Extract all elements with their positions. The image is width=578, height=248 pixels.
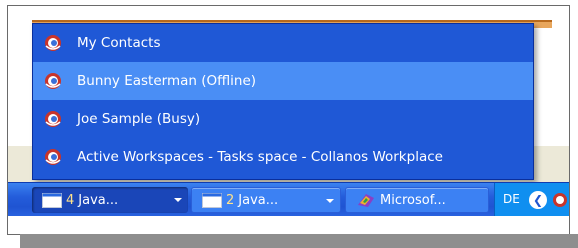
screenshot-frame: My Contacts Bunny Easterman (Offline) Jo… [7, 5, 570, 235]
collanos-icon [45, 35, 61, 51]
collanos-icon [45, 111, 61, 127]
collanos-tray-icon[interactable] [551, 191, 569, 209]
menu-item-joe-sample[interactable]: Joe Sample (Busy) [33, 100, 533, 138]
dropdown-arrow-icon [174, 198, 182, 202]
taskbar-button-label: Java... [78, 192, 119, 208]
menu-item-label: Joe Sample (Busy) [77, 111, 201, 127]
collanos-icon [45, 149, 61, 165]
menu-item-label: Active Workspaces - Tasks space - Collan… [77, 149, 443, 165]
taskbar-button-label: Java... [238, 192, 279, 208]
menu-item-label: My Contacts [77, 35, 161, 51]
menu-item-label: Bunny Easterman (Offline) [77, 73, 257, 89]
collanos-icon [45, 73, 61, 89]
chevron-left-icon[interactable]: ❮ [529, 191, 547, 209]
below-taskbar-area [8, 216, 569, 234]
window-count: 2 [226, 192, 235, 208]
window-count: 4 [66, 192, 75, 208]
window-icon [42, 192, 62, 208]
dropdown-arrow-icon [326, 199, 334, 203]
window-icon [202, 192, 222, 208]
menu-item-bunny-easterman[interactable]: Bunny Easterman (Offline) [33, 62, 533, 100]
taskbar: 4 Java... 2 Java... Microsof... DE ❮ [8, 182, 569, 217]
taskbar-button-java-group-2[interactable]: 2 Java... [191, 187, 341, 213]
tray-popup-menu: My Contacts Bunny Easterman (Offline) Jo… [32, 23, 534, 180]
system-tray: DE ❮ [494, 183, 569, 217]
menu-item-my-contacts[interactable]: My Contacts [33, 24, 533, 62]
language-indicator[interactable]: DE [503, 192, 520, 206]
frame-shadow [20, 234, 578, 248]
taskbar-button-java-group-1[interactable]: 4 Java... [32, 187, 188, 213]
taskbar-button-microsoft[interactable]: Microsof... [345, 187, 489, 213]
taskbar-button-label: Microsof... [380, 192, 446, 208]
visual-studio-icon [358, 193, 374, 207]
menu-item-active-workspaces[interactable]: Active Workspaces - Tasks space - Collan… [33, 138, 533, 176]
